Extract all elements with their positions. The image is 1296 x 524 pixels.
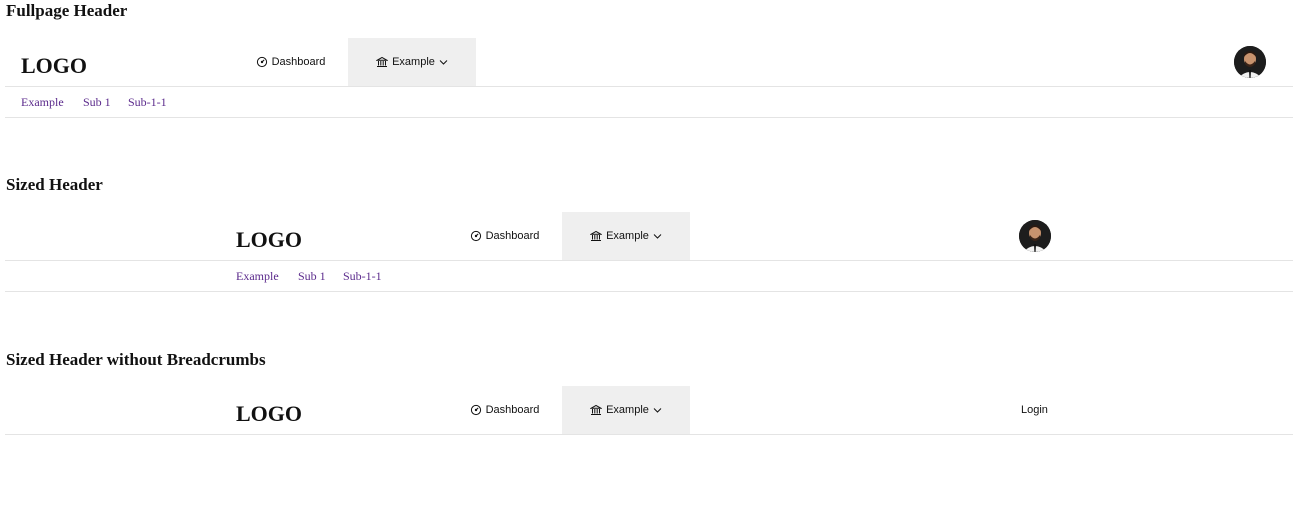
logo[interactable]: LOGO (236, 400, 302, 428)
breadcrumb: Example Sub 1 Sub-1-1 (5, 87, 1293, 118)
user-avatar[interactable] (1019, 220, 1051, 252)
nav-item-label: Dashboard (485, 404, 540, 416)
dashboard-gauge-icon (256, 56, 268, 68)
section-title-sized-header-no-breadcrumbs: Sized Header without Breadcrumbs (6, 350, 266, 369)
sized-header: LOGO Dashboard Example (5, 212, 1293, 261)
nav-item-label: Example (606, 404, 649, 416)
breadcrumb-link-sub-1[interactable]: Sub 1 (298, 269, 326, 284)
nav-item-example[interactable]: Example (348, 38, 476, 86)
bank-icon (590, 404, 603, 416)
nav-item-dashboard[interactable]: Dashboard (448, 212, 561, 260)
logo[interactable]: LOGO (21, 52, 87, 80)
nav-item-dashboard[interactable]: Dashboard (448, 386, 561, 434)
login-link[interactable]: Login (1021, 386, 1048, 434)
section-title-fullpage-header: Fullpage Header (6, 1, 128, 20)
nav-item-example[interactable]: Example (562, 212, 690, 260)
nav-item-label: Dashboard (485, 230, 540, 242)
breadcrumb-link-example[interactable]: Example (21, 95, 64, 110)
breadcrumb-link-example[interactable]: Example (236, 269, 279, 284)
nav-item-dashboard[interactable]: Dashboard (234, 38, 347, 86)
breadcrumb-link-sub-1-1[interactable]: Sub-1-1 (128, 95, 167, 110)
nav-item-label: Dashboard (271, 56, 326, 68)
user-avatar[interactable] (1234, 46, 1266, 78)
logo[interactable]: LOGO (236, 226, 302, 254)
fullpage-header: LOGO Dashboard Example (5, 38, 1293, 87)
nav-item-label: Example (392, 56, 435, 68)
breadcrumb: Example Sub 1 Sub-1-1 (5, 261, 1293, 292)
bank-icon (590, 230, 603, 242)
nav-item-label: Example (606, 230, 649, 242)
nav-item-example[interactable]: Example (562, 386, 690, 434)
chevron-down-icon (653, 404, 662, 416)
bank-icon (376, 56, 389, 68)
dashboard-gauge-icon (470, 230, 482, 242)
section-title-sized-header: Sized Header (6, 175, 103, 194)
chevron-down-icon (653, 230, 662, 242)
chevron-down-icon (439, 56, 448, 68)
dashboard-gauge-icon (470, 404, 482, 416)
breadcrumb-link-sub-1[interactable]: Sub 1 (83, 95, 111, 110)
sized-header-no-breadcrumbs: LOGO Dashboard Example Login (5, 386, 1293, 435)
breadcrumb-link-sub-1-1[interactable]: Sub-1-1 (343, 269, 382, 284)
